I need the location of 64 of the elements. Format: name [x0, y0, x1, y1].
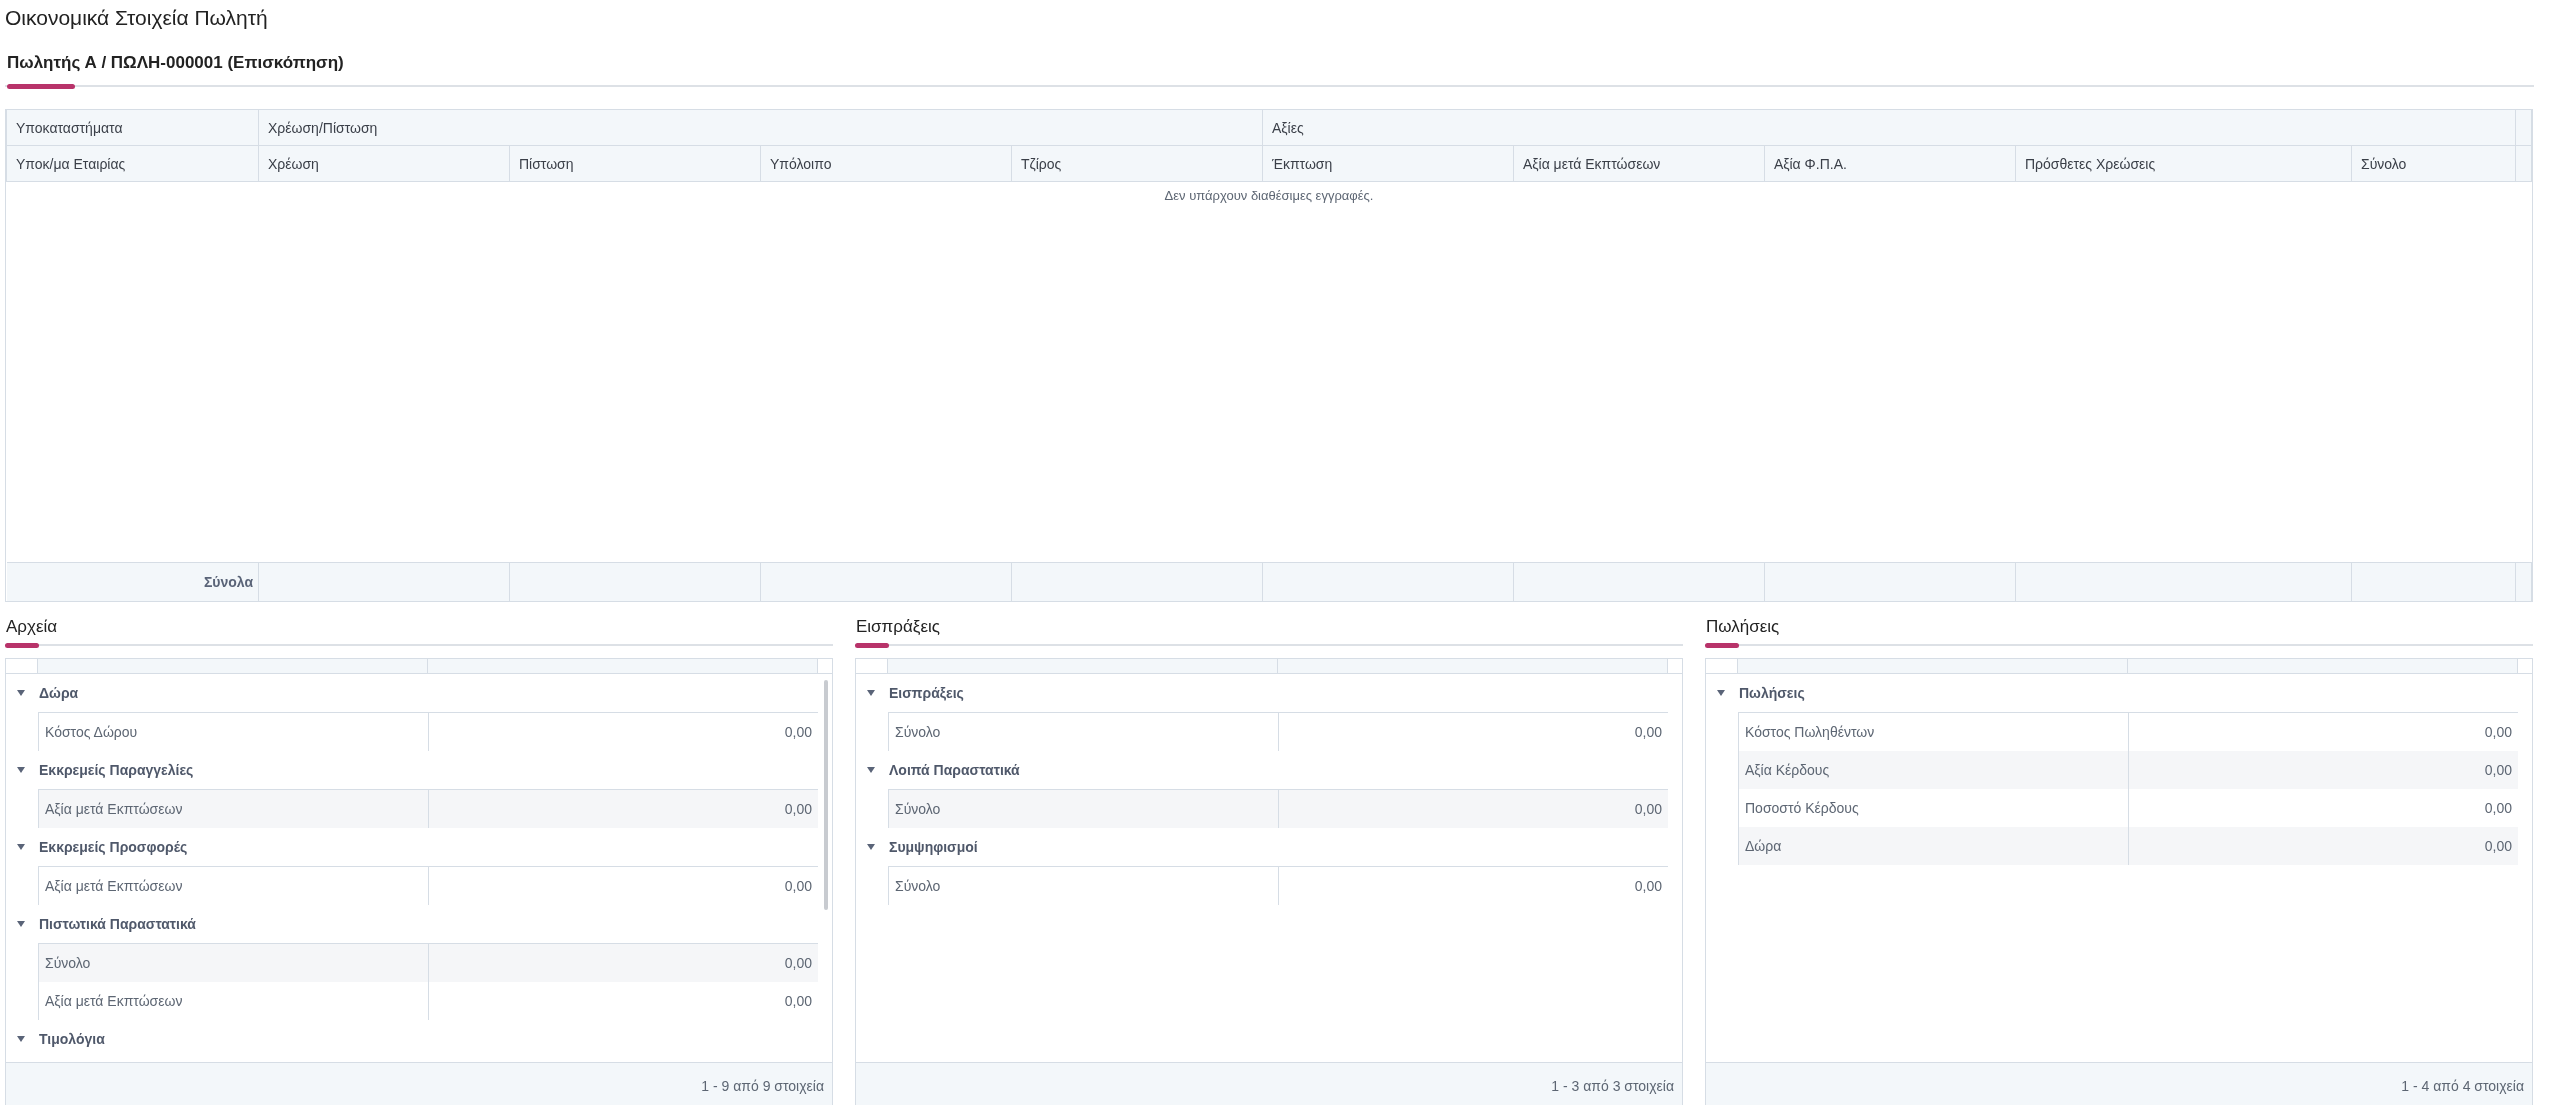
column-header[interactable]: Αξία Φ.Π.Α.	[1773, 155, 1847, 172]
group-label: Δώρα	[39, 685, 79, 701]
panel-title: Πωλήσεις	[1705, 612, 2533, 646]
column-header[interactable]: Πρόσθετες Χρεώσεις	[2025, 155, 2156, 172]
group-label: Εισπράξεις	[889, 685, 964, 701]
caret-icon[interactable]	[16, 1034, 26, 1044]
empty-message: Δεν υπάρχουν διαθέσιμες εγγραφές.	[1164, 188, 1374, 203]
group-label: Τιμολόγια	[39, 1031, 105, 1047]
group-label: Εκκρεμείς Παραγγελίες	[39, 762, 194, 778]
table-cell: 0,00	[2484, 838, 2512, 854]
column-header[interactable]: Υποκ/μα Εταιρίας	[16, 155, 126, 172]
column-header[interactable]: Υπόλοιπο	[769, 155, 832, 172]
table-cell: Αξία Κέρδους	[1745, 762, 1830, 778]
table-cell: 0,00	[784, 724, 812, 740]
column-header[interactable]: Χρέωση	[268, 155, 319, 172]
table-cell: 0,00	[1634, 724, 1662, 740]
table-cell: Σύνολο	[895, 878, 941, 894]
table-cell: 0,00	[1634, 801, 1662, 817]
column-header[interactable]: Έκπτωση	[1271, 155, 1333, 172]
table-cell: Κόστος Πωληθέντων	[1745, 724, 1875, 740]
table-cell: Αξία μετά Εκπτώσεων	[45, 801, 183, 817]
table-cell: 0,00	[2484, 800, 2512, 816]
table-cell: 0,00	[1634, 878, 1662, 894]
group-label: Λοιπά Παραστατικά	[889, 762, 1020, 778]
table-cell: Σύνολο	[895, 801, 941, 817]
column-header[interactable]: Σύνολο	[2361, 155, 2407, 172]
pager-info: 1 - 3 από 3 στοιχεία	[1551, 1078, 1674, 1094]
pager-info: 1 - 9 από 9 στοιχεία	[701, 1078, 824, 1094]
caret-icon[interactable]	[16, 688, 26, 698]
panel-title: Αρχεία	[5, 612, 833, 646]
column-header[interactable]: Τζίρος	[1020, 155, 1062, 172]
table-cell: 0,00	[784, 878, 812, 894]
table-cell: 0,00	[784, 955, 812, 971]
table-cell: 0,00	[2484, 762, 2512, 778]
column-group-header: Υποκαταστήματα	[16, 119, 123, 136]
caret-icon[interactable]	[16, 842, 26, 852]
totals-label: Σύνολα	[203, 574, 253, 590]
table-cell: 0,00	[784, 801, 812, 817]
group-label: Πωλήσεις	[1739, 685, 1805, 701]
table-cell: Αξία μετά Εκπτώσεων	[45, 993, 183, 1009]
table-cell: Αξία μετά Εκπτώσεων	[45, 878, 183, 894]
table-cell: Ποσοστό Κέρδους	[1745, 800, 1859, 816]
column-group-header: Αξίες	[1271, 119, 1304, 136]
scrollbar[interactable]	[824, 680, 828, 910]
table-cell: Σύνολο	[45, 955, 91, 971]
column-header[interactable]: Πίστωση	[519, 155, 574, 172]
caret-icon[interactable]	[1716, 688, 1726, 698]
caret-icon[interactable]	[866, 842, 876, 852]
table-cell: Δώρα	[1745, 838, 1782, 854]
page-title: Οικονομικά Στοιχεία Πωλητή	[5, 5, 269, 31]
table-cell: 0,00	[2484, 724, 2512, 740]
table-cell: Κόστος Δώρου	[45, 724, 138, 740]
table-cell: 0,00	[784, 993, 812, 1009]
group-label: Συμψηφισμοί	[889, 839, 978, 855]
caret-icon[interactable]	[16, 765, 26, 775]
caret-icon[interactable]	[16, 919, 26, 929]
group-label: Εκκρεμείς Προσφορές	[39, 839, 188, 855]
column-group-header: Χρέωση/Πίστωση	[268, 119, 378, 136]
panel-title: Εισπράξεις	[855, 612, 1683, 646]
group-label: Πιστωτικά Παραστατικά	[39, 916, 196, 932]
caret-icon[interactable]	[866, 688, 876, 698]
table-cell: Σύνολο	[895, 724, 941, 740]
caret-icon[interactable]	[866, 765, 876, 775]
pager-info: 1 - 4 από 4 στοιχεία	[2401, 1078, 2524, 1094]
